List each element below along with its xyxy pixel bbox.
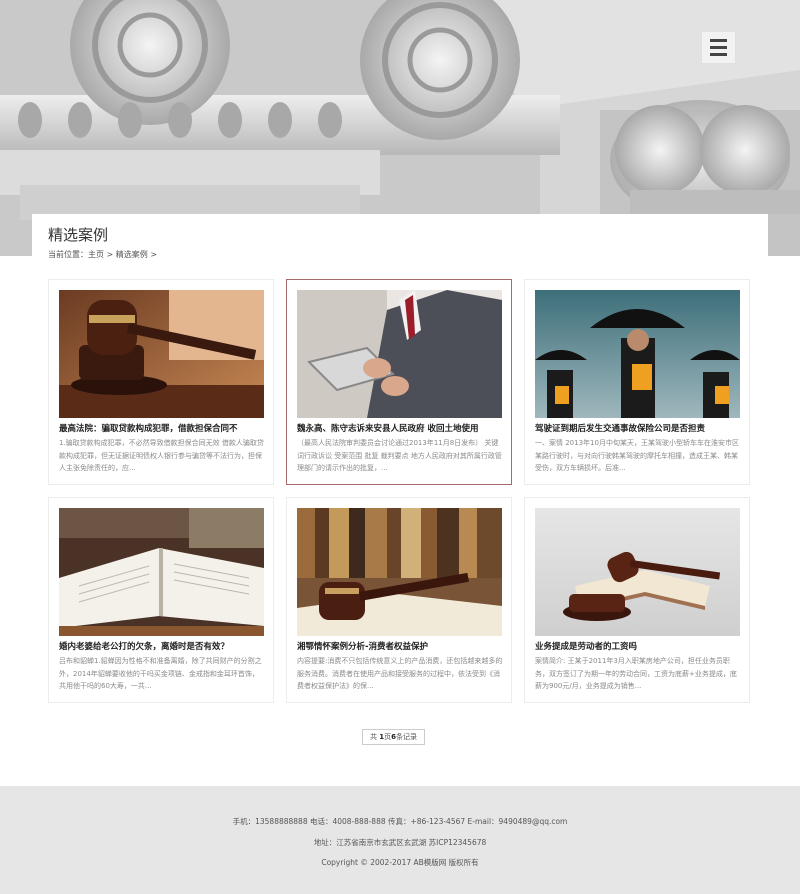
site-footer: 手机：13588888888 电话：4008-888-888 传真：+86-12… xyxy=(0,786,800,894)
case-card[interactable]: 魏永高、陈守志诉来安县人民政府 收回土地使用 （最高人民法院审判委员会讨论通过2… xyxy=(286,279,512,485)
breadcrumb-trailing: > xyxy=(147,250,158,259)
pagination-summary: 共 1页6条记录 xyxy=(362,729,425,745)
case-card[interactable]: 最高法院：骗取贷款构成犯罪，借款担保合同不 1.骗取贷款构成犯罪，不必然导致借款… xyxy=(48,279,274,485)
businessman-tablet-photo[interactable] xyxy=(297,290,502,418)
card-description: （最高人民法院审判委员会讨论通过2013年11月8日发布） 关键词行政诉讼 受案… xyxy=(297,439,502,472)
judge-gavel-photo[interactable] xyxy=(59,290,264,418)
case-card[interactable]: 驾驶证到期后发生交通事故保险公司是否担责 一、案情 2013年10月中旬某天，王… xyxy=(524,279,750,485)
case-card[interactable]: 湘鄂情怀案例分析-消费者权益保护 内容提要:消费不只包括传统意义上的产品消费，还… xyxy=(286,497,512,703)
breadcrumb-current-link[interactable]: 精选案例 xyxy=(116,250,148,259)
open-law-book-photo[interactable] xyxy=(59,508,264,636)
case-card[interactable]: 婚内老婆给老公打的欠条，离婚时是否有效？ 吕布和貂蝉1.貂蝉因为性格不和准备离婚… xyxy=(48,497,274,703)
footer-address: 地址：江苏省南京市玄武区玄武湖 苏ICP12345678 xyxy=(313,838,487,847)
umbrella-businessmen-photo[interactable] xyxy=(535,290,740,418)
menu-bar xyxy=(710,39,727,42)
pagination-prefix: 共 xyxy=(370,733,380,741)
page-title: 精选案例 xyxy=(48,226,109,244)
gavel-on-book-photo[interactable] xyxy=(535,508,740,636)
card-title[interactable]: 魏永高、陈守志诉来安县人民政府 收回土地使用 xyxy=(297,422,503,434)
case-card[interactable]: 业务提成是劳动者的工资吗 案情简介: 王某于2011年3月入职某房地产公司，担任… xyxy=(524,497,750,703)
breadcrumb-separator: > xyxy=(104,250,116,259)
card-description: 吕布和貂蝉1.貂蝉因为性格不和准备离婚，除了共同财产的分割之外，2014年貂蝉要… xyxy=(59,657,262,690)
breadcrumb-prefix: 当前位置： xyxy=(48,250,88,259)
menu-bar xyxy=(710,46,727,49)
card-description: 1.骗取贷款构成犯罪，不必然导致借款担保合同无效 借款人骗取贷款构成犯罪，但无证… xyxy=(59,439,264,472)
breadcrumb: 当前位置：主页 > 精选案例 > xyxy=(48,249,157,260)
footer-copyright: Copyright © 2002-2017 AB模版网 版权所有 xyxy=(321,858,479,867)
card-title[interactable]: 婚内老婆给老公打的欠条，离婚时是否有效？ xyxy=(59,640,265,652)
card-description: 内容提要:消费不只包括传统意义上的产品消费，还包括越来越多的服务消费。消费者在使… xyxy=(297,657,503,690)
footer-contact: 手机：13588888888 电话：4008-888-888 传真：+86-12… xyxy=(232,817,568,826)
card-title[interactable]: 业务提成是劳动者的工资吗 xyxy=(535,640,741,652)
breadcrumb-home-link[interactable]: 主页 xyxy=(88,250,104,259)
hamburger-menu-icon[interactable] xyxy=(701,31,736,64)
card-title[interactable]: 驾驶证到期后发生交通事故保险公司是否担责 xyxy=(535,422,741,434)
card-description: 案情简介: 王某于2011年3月入职某房地产公司，担任业务员职务，双方签订了为期… xyxy=(535,657,737,690)
pagination-suffix: 条记录 xyxy=(395,733,417,741)
card-title[interactable]: 湘鄂情怀案例分析-消费者权益保护 xyxy=(297,640,503,652)
card-description: 一、案情 2013年10月中旬某天，王某驾驶小型轿车车在淮安市区某路行驶时，与对… xyxy=(535,439,739,472)
menu-bar xyxy=(710,53,727,56)
card-title[interactable]: 最高法院：骗取贷款构成犯罪，借款担保合同不 xyxy=(59,422,265,434)
gavel-bookshelf-photo[interactable] xyxy=(297,508,502,636)
